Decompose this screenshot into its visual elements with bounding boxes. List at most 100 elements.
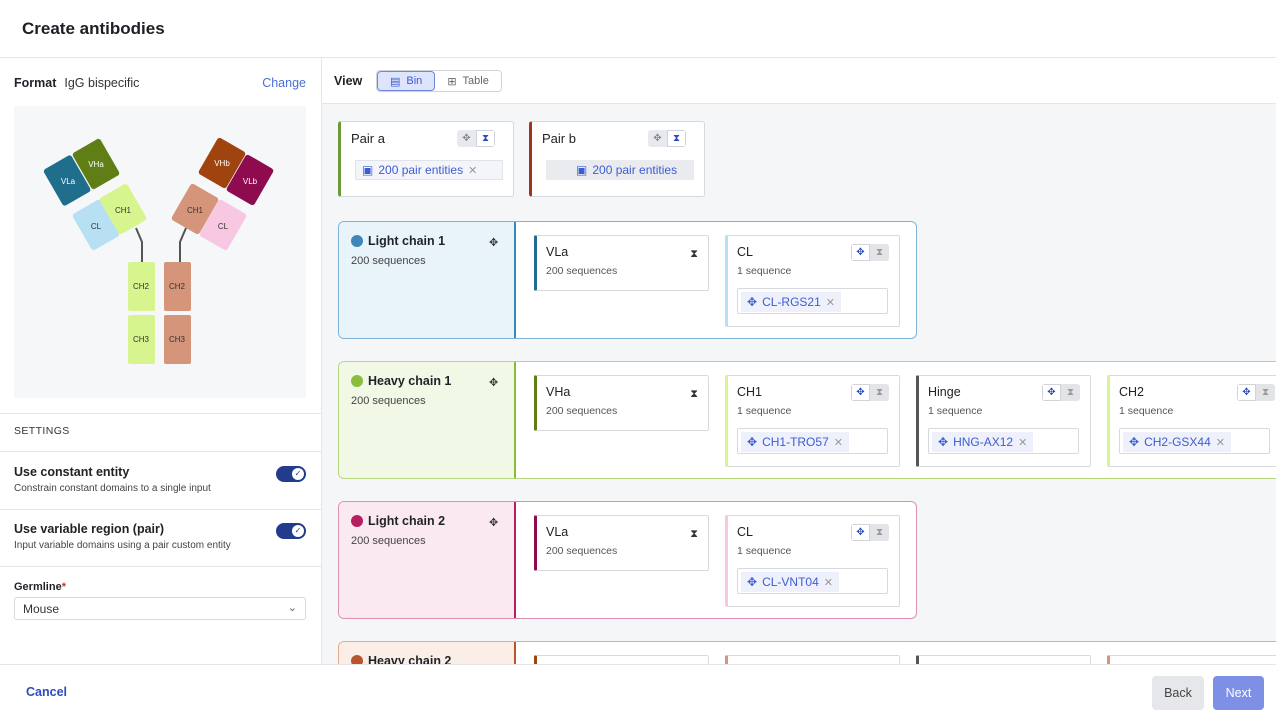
view-table-label: Table xyxy=(462,75,489,87)
molecule-icon[interactable]: ✥ xyxy=(648,130,667,147)
pair-a-actions: ✥ ⧗ xyxy=(457,130,495,147)
heavy-chain-2-header: Heavy chain 2 xyxy=(339,642,516,664)
heavy-chain-1-count: 200 sequences xyxy=(351,395,426,407)
domain-hinge-1-count: 1 sequence xyxy=(928,405,983,417)
view-toggle: ▤ Bin ⊞ Table xyxy=(376,70,502,92)
setting-variable-region-desc: Input variable domains using a pair cust… xyxy=(14,540,231,551)
diagram-label-vhb: VHb xyxy=(214,159,230,168)
molecule-icon[interactable]: ✥ xyxy=(1237,384,1256,401)
heavy-chain-1-name: Heavy chain 1 xyxy=(351,374,451,388)
domain-cl-2-chip-label: CL-VNT04 xyxy=(762,575,819,589)
molecule-icon[interactable]: ✥ xyxy=(489,516,498,529)
domain-cl-2-name: CL xyxy=(737,525,753,539)
molecule-icon[interactable]: ✥ xyxy=(851,244,870,261)
pair-a-chip[interactable]: ▣ 200 pair entities ✕ xyxy=(355,160,503,180)
hourglass-icon[interactable]: ⧗ xyxy=(870,244,889,261)
variable-region-toggle[interactable]: ✓ xyxy=(276,523,306,539)
molecule-icon[interactable]: ✥ xyxy=(1042,384,1061,401)
light-chain-1-header: Light chain 1 200 sequences ✥ xyxy=(339,222,516,338)
antibody-diagram-svg: VLa VHa CL CH1 VHb VLb CH1 CL CH2 CH3 CH… xyxy=(43,137,274,364)
view-bin-label: Bin xyxy=(406,75,423,87)
divider xyxy=(0,509,321,510)
molecule-icon[interactable]: ✥ xyxy=(851,384,870,401)
domain-cl-2-field[interactable]: ✥ CL-VNT04 ✕ xyxy=(737,568,888,594)
close-icon[interactable]: ✕ xyxy=(468,164,477,177)
diagram-label-vlb: VLb xyxy=(243,177,258,186)
domain-vla-1: VLa 200 sequences ⧗ xyxy=(534,235,709,291)
group-light-chain-2: Light chain 2 200 sequences ✥ VLa 200 se… xyxy=(338,501,917,619)
pair-entity-icon: ▣ xyxy=(576,163,588,177)
hourglass-icon[interactable]: ⧗ xyxy=(870,384,889,401)
domain-cl-1-chip[interactable]: ✥ CL-RGS21 ✕ xyxy=(741,292,841,312)
color-dot xyxy=(351,655,363,664)
domain-ch2-1-count: 1 sequence xyxy=(1119,405,1174,417)
domain-cl-1-chip-label: CL-RGS21 xyxy=(762,295,821,309)
constant-entity-toggle[interactable]: ✓ xyxy=(276,466,306,482)
hourglass-icon[interactable]: ⧗ xyxy=(690,528,698,541)
molecule-icon[interactable]: ✥ xyxy=(489,236,498,249)
check-icon: ✓ xyxy=(292,525,304,537)
domain-ch2-1-actions: ✥ ⧗ xyxy=(1237,384,1275,401)
domain-ch2-1-chip[interactable]: ✥ CH2-GSX44 ✕ xyxy=(1123,432,1231,452)
change-format-link[interactable]: Change xyxy=(262,76,306,90)
light-chain-1-count: 200 sequences xyxy=(351,255,426,267)
domain-ch2-1-name: CH2 xyxy=(1119,385,1145,399)
view-table-button[interactable]: ⊞ Table xyxy=(435,71,501,91)
molecule-icon[interactable]: ✥ xyxy=(851,524,870,541)
format-label: Format xyxy=(14,76,57,90)
molecule-icon[interactable]: ✥ xyxy=(489,376,498,389)
diagram-label-ch3-left: CH3 xyxy=(133,335,150,344)
molecule-icon[interactable]: ✥ xyxy=(457,130,476,147)
color-dot xyxy=(351,515,363,527)
domain-hinge-1-field[interactable]: ✥ HNG-AX12 ✕ xyxy=(928,428,1079,454)
divider xyxy=(0,566,321,567)
domain-hinge-1-chip-label: HNG-AX12 xyxy=(953,435,1014,449)
domain-ch2-1-field[interactable]: ✥ CH2-GSX44 ✕ xyxy=(1119,428,1270,454)
heavy-chain-2-name: Heavy chain 2 xyxy=(351,654,451,664)
hourglass-icon[interactable]: ⧗ xyxy=(1061,384,1080,401)
setting-constant-entity-desc: Constrain constant domains to a single i… xyxy=(14,483,211,494)
dialog-footer: Cancel Back Next xyxy=(0,664,1276,716)
domain-partial xyxy=(534,655,709,664)
hourglass-icon[interactable]: ⧗ xyxy=(690,388,698,401)
format-value: IgG bispecific xyxy=(64,76,140,90)
domain-cl-2-actions: ✥ ⧗ xyxy=(851,524,889,541)
domain-hinge-1-chip[interactable]: ✥ HNG-AX12 ✕ xyxy=(932,432,1034,452)
settings-title: SETTINGS xyxy=(14,425,70,437)
hourglass-icon[interactable]: ⧗ xyxy=(667,130,686,147)
view-bin-button[interactable]: ▤ Bin xyxy=(377,71,436,91)
color-dot xyxy=(351,235,363,247)
close-icon[interactable]: ✕ xyxy=(1018,436,1027,449)
close-icon[interactable]: ✕ xyxy=(1216,436,1225,449)
bin-view-panel: View ▤ Bin ⊞ Table Pair a ✥ ⧗ ▣ 200 pair… xyxy=(322,58,1276,664)
domain-hinge-1: Hinge 1 sequence ✥ ⧗ ✥ HNG-AX12 ✕ xyxy=(916,375,1091,467)
diagram-label-ch2-left: CH2 xyxy=(133,282,150,291)
close-icon[interactable]: ✕ xyxy=(834,436,843,449)
domain-partial xyxy=(1107,655,1276,664)
molecule-icon: ✥ xyxy=(747,575,758,589)
cancel-button[interactable]: Cancel xyxy=(26,685,67,699)
domain-ch1-1-chip[interactable]: ✥ CH1-TRO57 ✕ xyxy=(741,432,849,452)
divider xyxy=(0,413,321,414)
domain-vla-1-count: 200 sequences xyxy=(546,265,618,277)
domain-ch1-1-field[interactable]: ✥ CH1-TRO57 ✕ xyxy=(737,428,888,454)
domain-cl-2-chip[interactable]: ✥ CL-VNT04 ✕ xyxy=(741,572,839,592)
pair-b-chip[interactable]: ▣ 200 pair entities xyxy=(546,160,694,180)
back-button[interactable]: Back xyxy=(1152,676,1204,710)
next-button[interactable]: Next xyxy=(1213,676,1264,710)
hourglass-icon[interactable]: ⧗ xyxy=(690,248,698,261)
germline-value: Mouse xyxy=(23,602,60,616)
pair-card-a: Pair a ✥ ⧗ ▣ 200 pair entities ✕ xyxy=(338,121,514,197)
domain-cl-1-actions: ✥ ⧗ xyxy=(851,244,889,261)
domain-cl-1-field[interactable]: ✥ CL-RGS21 ✕ xyxy=(737,288,888,314)
domain-cl-1-name: CL xyxy=(737,245,753,259)
hourglass-icon[interactable]: ⧗ xyxy=(1256,384,1275,401)
close-icon[interactable]: ✕ xyxy=(826,296,835,309)
diagram-label-cl-left: CL xyxy=(91,222,102,231)
domain-partial xyxy=(916,655,1091,664)
hourglass-icon[interactable]: ⧗ xyxy=(870,524,889,541)
hourglass-icon[interactable]: ⧗ xyxy=(476,130,495,147)
format-row: Format IgG bispecific Change xyxy=(14,74,306,92)
close-icon[interactable]: ✕ xyxy=(824,576,833,589)
germline-select[interactable]: Mouse ⌄ xyxy=(14,597,306,620)
